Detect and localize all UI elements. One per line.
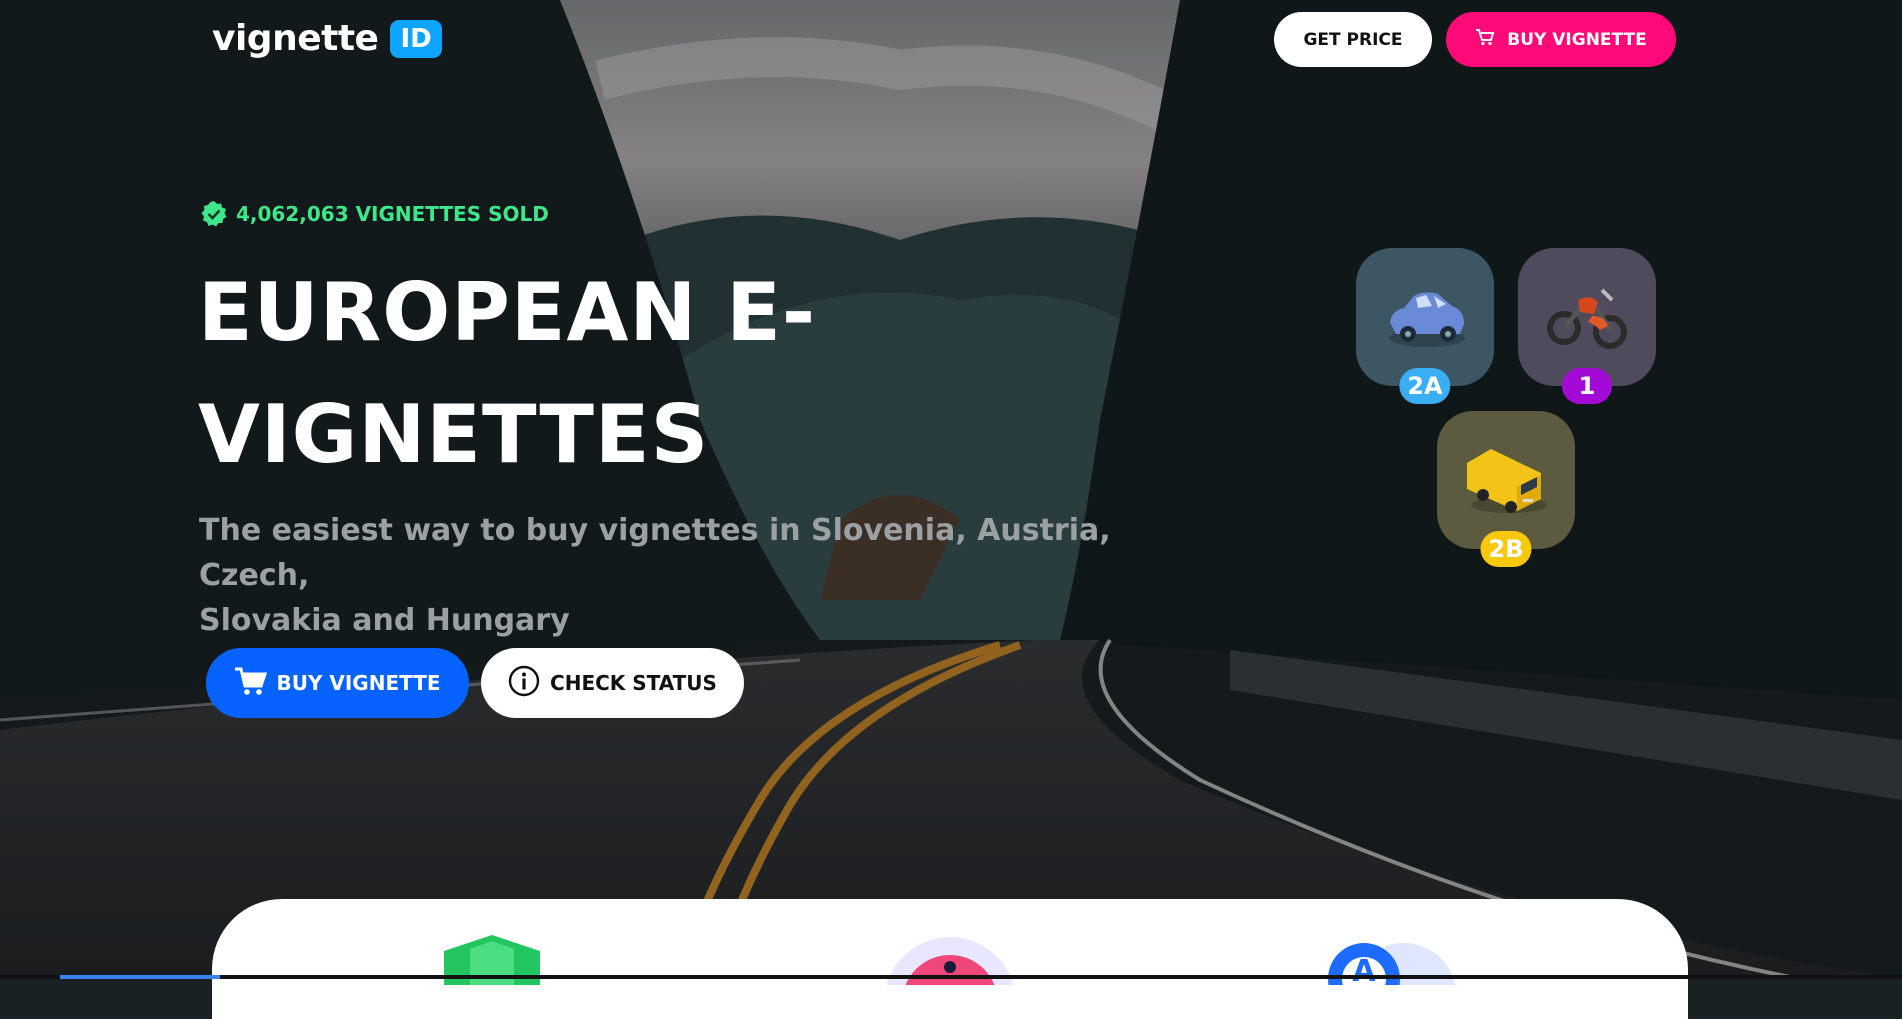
vignettes-sold-counter: 4,062,063 VIGNETTES SOLD xyxy=(200,200,549,228)
verified-check-icon xyxy=(200,200,228,228)
vehicle-class-badge: 2A xyxy=(1399,368,1451,404)
van-icon xyxy=(1467,449,1547,513)
buy-vignette-nav-label: BUY VIGNETTE xyxy=(1507,29,1647,50)
buy-vignette-button[interactable]: BUY VIGNETTE xyxy=(206,648,469,718)
svg-text:A: A xyxy=(1352,954,1376,985)
headline-line-1: EUROPEAN E- xyxy=(198,266,817,359)
vehicle-class-card-2b[interactable]: 2B xyxy=(1437,411,1575,567)
hero-headline: EUROPEAN E- VIGNETTES xyxy=(198,252,816,496)
buy-vignette-nav-button[interactable]: BUY VIGNETTE xyxy=(1446,12,1676,67)
scroll-progress-fill xyxy=(60,975,220,979)
subtitle-line-1: The easiest way to buy vignettes in Slov… xyxy=(199,513,1111,593)
sold-text: 4,062,063 VIGNETTES SOLD xyxy=(236,202,549,226)
site-logo[interactable]: vignette ID xyxy=(212,18,442,59)
vehicle-class-badge: 2B xyxy=(1480,531,1532,567)
car-icon xyxy=(1389,292,1465,347)
scroll-progress-bar xyxy=(0,975,1902,979)
logo-badge: ID xyxy=(390,19,442,58)
get-price-button[interactable]: GET PRICE xyxy=(1274,12,1432,67)
vehicle-class-badge: 1 xyxy=(1562,368,1612,404)
motorcycle-icon xyxy=(1547,288,1627,349)
check-status-label: CHECK STATUS xyxy=(550,671,717,695)
logo-text: vignette xyxy=(212,18,379,59)
hero-subtitle: The easiest way to buy vignettes in Slov… xyxy=(199,508,1159,643)
cart-icon xyxy=(1475,28,1495,51)
subtitle-line-2: Slovakia and Hungary xyxy=(199,603,570,638)
vehicle-class-card-1[interactable]: 1 xyxy=(1518,248,1656,404)
get-price-label: GET PRICE xyxy=(1303,29,1403,50)
vehicle-class-card-2a[interactable]: 2A xyxy=(1356,248,1494,404)
info-icon xyxy=(508,665,540,702)
headline-line-2: VIGNETTES xyxy=(198,388,710,481)
check-status-button[interactable]: CHECK STATUS xyxy=(481,648,744,718)
buy-vignette-label: BUY VIGNETTE xyxy=(276,671,441,695)
features-panel: A xyxy=(212,899,1688,1019)
cart-icon xyxy=(234,666,268,701)
